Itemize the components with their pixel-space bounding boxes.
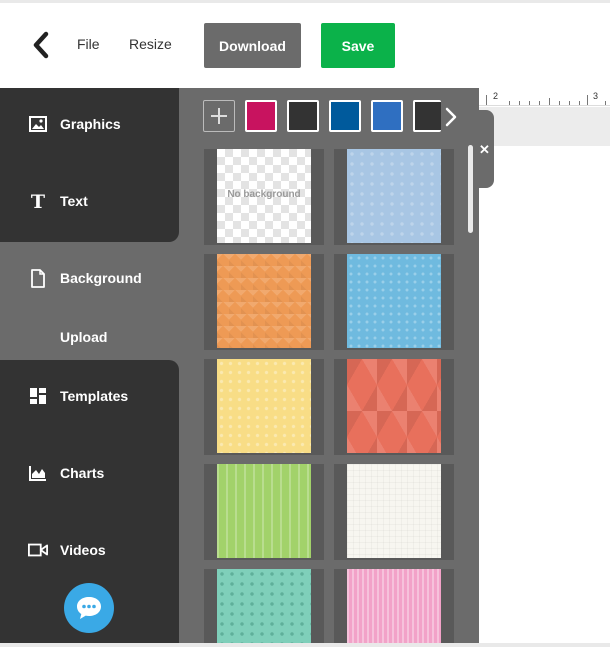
color-swatch[interactable] <box>287 100 319 132</box>
background-tile-pink-stripes[interactable] <box>334 569 454 643</box>
sidebar-item-label: Videos <box>60 542 106 558</box>
sidebar-item-templates[interactable]: Templates <box>0 376 179 416</box>
download-button[interactable]: Download <box>204 23 301 68</box>
close-panel-button[interactable]: ✕ <box>478 110 494 188</box>
tile-swatch <box>347 464 441 558</box>
tile-swatch: No background <box>217 149 311 243</box>
video-camera-icon <box>28 540 48 560</box>
background-tile-yellow-dots[interactable] <box>204 359 324 455</box>
sidebar-item-label: Charts <box>60 465 105 481</box>
no-background-label: No background <box>227 189 301 200</box>
design-canvas-area: 2 3 <box>479 88 610 643</box>
top-toolbar: File Resize Download Save <box>0 3 610 88</box>
swatches-next-button[interactable] <box>441 104 461 130</box>
tile-swatch <box>347 254 441 348</box>
chat-button[interactable] <box>64 583 114 633</box>
sidebar-item-videos[interactable]: Videos <box>0 530 179 570</box>
plus-icon <box>211 108 227 124</box>
sidebar-item-label: Background <box>60 270 142 286</box>
canvas-margin <box>479 107 610 146</box>
add-color-button[interactable] <box>203 100 235 132</box>
horizontal-ruler: 2 3 <box>479 88 610 106</box>
background-tile-coral-triangles[interactable] <box>334 359 454 455</box>
tile-swatch <box>347 149 441 243</box>
tile-swatch <box>217 254 311 348</box>
panel-scrollbar[interactable] <box>468 145 473 233</box>
tile-swatch <box>217 569 311 643</box>
color-swatch[interactable] <box>329 100 361 132</box>
sidebar-item-background[interactable]: Background <box>0 258 179 298</box>
close-icon: ✕ <box>479 142 490 157</box>
background-tile-teal-dots[interactable] <box>204 569 324 643</box>
file-icon <box>28 268 48 288</box>
chevron-right-icon <box>445 107 457 127</box>
area-chart-icon <box>28 463 48 483</box>
app-window: File Resize Download Save Graphics T Tex… <box>0 0 610 647</box>
svg-text:T: T <box>31 192 45 210</box>
sidebar-item-graphics[interactable]: Graphics <box>0 104 179 144</box>
color-swatch[interactable] <box>413 100 441 132</box>
sidebar-item-label: Graphics <box>60 116 121 132</box>
color-swatch[interactable] <box>245 100 277 132</box>
sidebar-item-charts[interactable]: Charts <box>0 453 179 493</box>
templates-grid-icon <box>28 386 48 406</box>
tile-swatch <box>217 359 311 453</box>
sidebar-item-text[interactable]: T Text <box>0 181 179 221</box>
ruler-label: 2 <box>493 91 499 101</box>
tile-swatch <box>217 464 311 558</box>
background-tile-no-background[interactable]: No background <box>204 149 324 245</box>
tile-swatch <box>347 569 441 643</box>
sidebar-item-label: Text <box>60 193 88 209</box>
image-icon <box>28 114 48 134</box>
ruler-label: 3 <box>593 91 599 101</box>
tile-swatch <box>347 359 441 453</box>
upload-subitem[interactable]: Upload <box>60 329 107 345</box>
resize-menu[interactable]: Resize <box>129 36 172 52</box>
background-tile-orange-zigzag[interactable] <box>204 254 324 350</box>
chevron-left-icon <box>33 31 49 59</box>
sidebar: Graphics T Text Background Upload Templa… <box>0 88 180 643</box>
file-menu[interactable]: File <box>77 36 100 52</box>
background-tile-sky-blue-dots[interactable] <box>334 254 454 350</box>
chat-bubble-icon <box>77 597 101 619</box>
sidebar-item-label: Templates <box>60 388 129 404</box>
back-button[interactable] <box>28 30 54 60</box>
text-icon: T <box>28 191 48 211</box>
color-swatch[interactable] <box>371 100 403 132</box>
save-button[interactable]: Save <box>321 23 395 68</box>
background-panel: No background <box>180 88 479 643</box>
background-tile-green-stripes[interactable] <box>204 464 324 560</box>
bottom-border <box>0 643 610 647</box>
background-tile-off-white-grid[interactable] <box>334 464 454 560</box>
background-tile-light-blue-dots[interactable] <box>334 149 454 245</box>
